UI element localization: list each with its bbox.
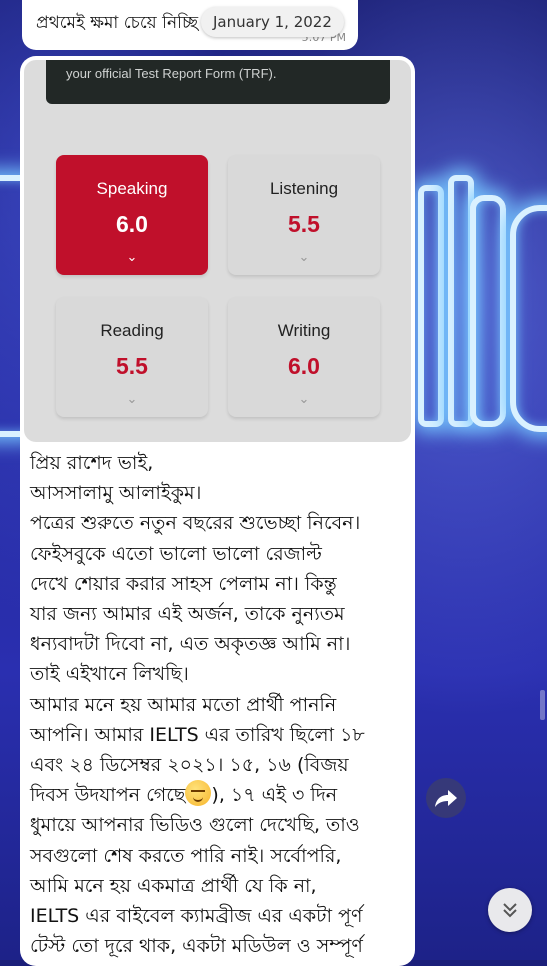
message-line: পত্রের শুরুতে নতুন বছরের শুভেচ্ছা নিবেন। bbox=[30, 512, 361, 535]
score-name: Listening bbox=[269, 179, 339, 198]
neon-sign-shape bbox=[470, 195, 506, 427]
neon-sign-shape bbox=[418, 185, 444, 427]
message-text: প্রিয় রাশেদ ভাই, আসসালামু আলাইকুম। পত্র… bbox=[30, 448, 410, 961]
message-fragment: ), ১৭ এই ৩ দিন bbox=[211, 784, 338, 807]
message-line: আমার মনে হয় আমার মতো প্রার্থী পাননি bbox=[30, 693, 337, 716]
neon-sign-shape bbox=[510, 205, 547, 432]
message-line: IELTS এর বাইবেল ক্যামব্রীজ এর একটা পূর্ণ bbox=[30, 905, 363, 928]
chevron-down-icon: ⌄ bbox=[298, 249, 310, 264]
chevron-down-icon: ⌄ bbox=[126, 391, 138, 406]
scrollbar-thumb[interactable] bbox=[540, 690, 545, 720]
message-line: ফেইসবুকে এতো ভালো ভালো রেজাল্ট bbox=[30, 542, 322, 565]
score-value: 5.5 bbox=[288, 211, 320, 237]
share-arrow-icon bbox=[435, 790, 457, 807]
score-card-listening[interactable]: Listening 5.5 ⌄ bbox=[228, 155, 380, 275]
message-line: প্রিয় রাশেদ ভাই, bbox=[30, 452, 154, 474]
message-line: ধুমায়ে আপনার ভিডিও গুলো দেখেছি, তাও bbox=[30, 814, 360, 837]
score-value: 6.0 bbox=[288, 353, 320, 379]
message-line: দেখে শেয়ার করার সাহস পেলাম না। কিন্তু bbox=[30, 572, 337, 595]
score-name: Speaking bbox=[96, 179, 168, 198]
message-line: টেস্ট তো দূরে থাক, একটা মডিউল ও সম্পূর্ণ bbox=[30, 935, 363, 958]
share-button[interactable] bbox=[426, 778, 466, 818]
chevron-down-icon: ⌄ bbox=[126, 249, 138, 264]
message-line: এবং ২৪ ডিসেম্বর ২০২১। ১৫, ১৬ (বিজয় bbox=[30, 754, 349, 777]
smirk-emoji-icon bbox=[185, 780, 212, 807]
score-name: Reading bbox=[100, 321, 164, 340]
message-fragment: দিবস উদযাপন গেছে bbox=[30, 784, 186, 807]
score-card-reading[interactable]: Reading 5.5 ⌄ bbox=[56, 297, 208, 417]
score-card-speaking[interactable]: Speaking 6.0 ⌄ bbox=[56, 155, 208, 275]
message-line: আমি মনে হয় একমাত্র প্রার্থী যে কি না, bbox=[30, 874, 317, 897]
double-chevron-down-icon bbox=[503, 903, 517, 918]
message-line: তাই এইখানে লিখছি। bbox=[30, 663, 189, 686]
message-line: আপনি। আমার IELTS এর তারিখ ছিলো ১৮ bbox=[30, 723, 365, 746]
score-value: 6.0 bbox=[116, 211, 148, 237]
score-name: Writing bbox=[277, 321, 331, 340]
message-line: ধন্যবাদটা দিবো না, এত অকৃতজ্ঞ আমি না। bbox=[30, 633, 351, 656]
message-bubble[interactable]: your official Test Report Form (TRF). Sp… bbox=[20, 56, 415, 966]
trf-banner: your official Test Report Form (TRF). bbox=[46, 60, 390, 104]
message-line: দিবস উদযাপন গেছে ), ১৭ এই ৩ দিন bbox=[30, 780, 410, 810]
trf-banner-text: your official Test Report Form (TRF). bbox=[66, 66, 277, 81]
scroll-to-bottom-button[interactable] bbox=[488, 888, 532, 932]
message-line: আসসালামু আলাইকুম। bbox=[30, 482, 202, 505]
chevron-down-icon: ⌄ bbox=[298, 391, 310, 406]
message-line: যার জন্য আমার এই অর্জন, তাকে নুন্যতম bbox=[30, 603, 345, 626]
attached-image[interactable]: your official Test Report Form (TRF). Sp… bbox=[24, 60, 411, 442]
score-value: 5.5 bbox=[116, 353, 148, 379]
message-line: সবগুলো শেষ করতে পারি নাই। সর্বোপরি, bbox=[30, 844, 342, 867]
previous-message-text: প্রথমেই ক্ষমা চেয়ে নিচ্ছি bbox=[36, 13, 199, 33]
date-separator: January 1, 2022 bbox=[201, 7, 344, 37]
score-card-writing[interactable]: Writing 6.0 ⌄ bbox=[228, 297, 380, 417]
